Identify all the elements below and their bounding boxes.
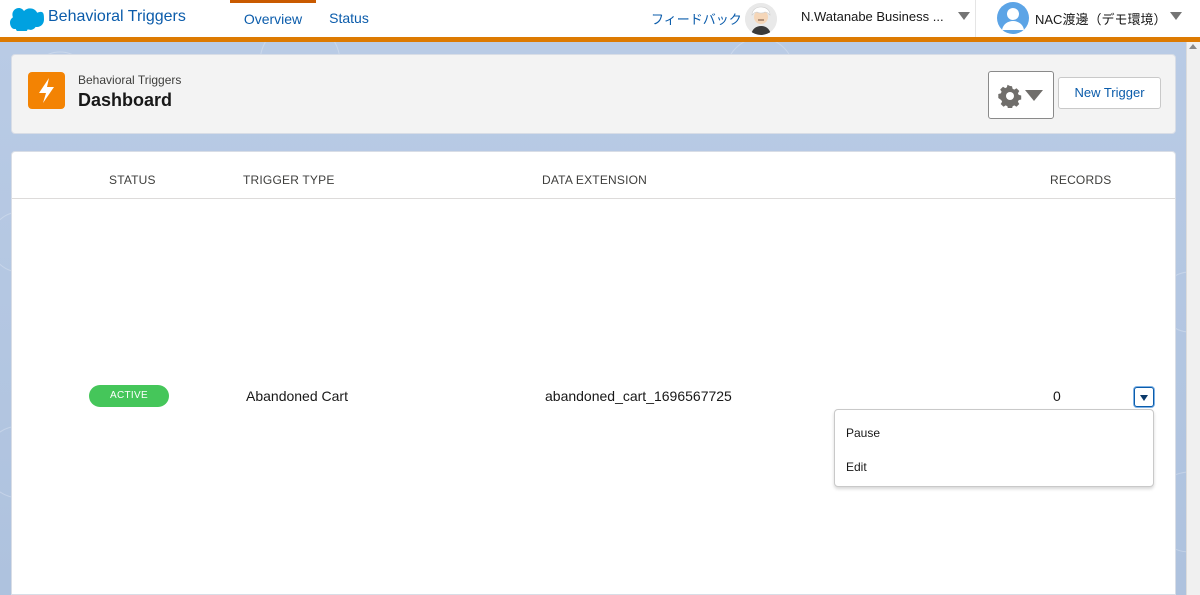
new-trigger-button[interactable]: New Trigger: [1058, 77, 1161, 109]
row-actions-menu: Pause Edit: [834, 409, 1154, 487]
data-extension-cell: abandoned_cart_1696567725: [545, 388, 732, 404]
lightning-icon: [28, 72, 65, 109]
chevron-down-icon: [1140, 395, 1148, 401]
user-menu-label[interactable]: NAC渡邊（デモ環境）: [1035, 9, 1166, 28]
records-cell: 0: [1053, 388, 1061, 404]
user-avatar-icon[interactable]: [997, 2, 1029, 34]
gear-icon: [998, 84, 1022, 108]
menu-item-edit[interactable]: Edit: [846, 460, 867, 474]
trigger-type-cell: Abandoned Cart: [246, 388, 348, 404]
chevron-down-icon: [1025, 90, 1043, 101]
app-name: Behavioral Triggers: [48, 8, 186, 25]
feedback-link[interactable]: フィードバック: [651, 9, 742, 28]
column-header-trigger-type[interactable]: TRIGGER TYPE: [243, 173, 335, 187]
scroll-up-arrow-icon[interactable]: [1189, 44, 1197, 49]
einstein-avatar-icon[interactable]: [745, 3, 777, 35]
org-switcher-label[interactable]: N.Watanabe Business ...: [801, 9, 947, 24]
page-title: Dashboard: [78, 90, 173, 110]
page-scrollbar[interactable]: [1186, 42, 1200, 595]
tab-status[interactable]: Status: [318, 0, 380, 42]
column-header-status[interactable]: STATUS: [109, 173, 156, 187]
tab-overview[interactable]: Overview: [230, 0, 316, 42]
salesforce-cloud-icon: [10, 8, 44, 31]
tab-status-label: Status: [329, 10, 369, 26]
page-eyebrow: Behavioral Triggers: [78, 73, 182, 87]
page-header: Behavioral Triggers Dashboard New Trigge…: [11, 54, 1176, 134]
triggers-table: STATUS TRIGGER TYPE DATA EXTENSION RECOR…: [11, 151, 1176, 595]
row-actions-button[interactable]: [1134, 387, 1154, 407]
table-header-divider: [12, 198, 1175, 199]
chevron-down-icon[interactable]: [958, 12, 970, 20]
chevron-down-icon[interactable]: [1170, 12, 1182, 20]
tab-overview-label: Overview: [243, 11, 303, 27]
column-header-records[interactable]: RECORDS: [1050, 173, 1111, 187]
settings-menu-button[interactable]: [988, 71, 1054, 119]
status-badge: ACTIVE: [89, 385, 169, 407]
header-divider: [975, 0, 976, 37]
column-header-data-extension[interactable]: DATA EXTENSION: [542, 173, 647, 187]
global-header: Behavioral Triggers Overview Status フィード…: [0, 0, 1200, 42]
menu-item-pause[interactable]: Pause: [846, 426, 880, 440]
